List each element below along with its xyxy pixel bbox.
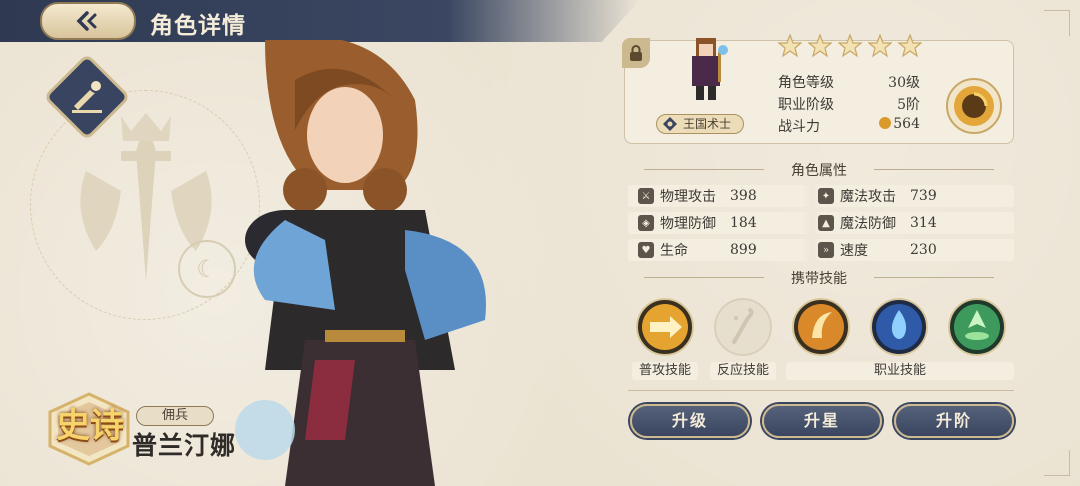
power-value: 564 (893, 116, 920, 132)
reaction-skill[interactable] (714, 298, 772, 356)
hat-icon: ▲ (818, 215, 834, 231)
frame-corner-bottom-right (1044, 450, 1070, 476)
stat-magic-defense: ▲ 魔法防御 314 (818, 212, 937, 234)
class-staff-icon (72, 79, 103, 113)
star-icon (778, 34, 802, 58)
star-rating (778, 34, 922, 58)
stat-physical-defense: ◈ 物理防御 184 (638, 212, 757, 234)
rank-value: 5阶 (897, 97, 920, 113)
power-icon (879, 117, 892, 129)
stat-label: 物理防御 (660, 216, 716, 232)
heart-icon: ♥ (638, 242, 654, 258)
normal-attack-skill[interactable] (636, 298, 694, 356)
star-up-button[interactable]: 升星 (762, 404, 882, 438)
rank-label: 职业阶级 (778, 97, 834, 113)
stat-label: 物理攻击 (660, 189, 716, 205)
stat-label: 生命 (660, 243, 688, 259)
stat-value: 398 (730, 188, 757, 204)
level-up-button[interactable]: 升级 (630, 404, 750, 438)
character-name: 普兰汀娜 (132, 431, 237, 460)
star-icon (898, 34, 922, 58)
class-skill-label: 职业技能 (786, 362, 1014, 380)
class-skill-3[interactable] (948, 298, 1006, 356)
rank-up-button[interactable]: 升阶 (894, 404, 1014, 438)
class-diamond-icon (663, 117, 677, 131)
stat-row: ♥ 生命 899 » 速度 230 (628, 239, 1014, 261)
skills-title: 携带技能 (624, 268, 1014, 288)
stat-row: ◈ 物理防御 184 ▲ 魔法防御 314 (628, 212, 1014, 234)
stat-physical-attack: ⚔ 物理攻击 398 (638, 185, 757, 207)
character-portrait (235, 40, 486, 486)
shield-icon: ◈ (638, 215, 654, 231)
stat-value: 314 (910, 215, 937, 231)
reaction-skill-label: 反应技能 (710, 362, 776, 380)
stat-value: 184 (730, 215, 757, 231)
boot-icon: » (818, 242, 834, 258)
normal-skill-label: 普攻技能 (632, 362, 698, 380)
stat-magic-attack: ✦ 魔法攻击 739 (818, 185, 937, 207)
stat-value: 899 (730, 242, 757, 258)
divider (628, 390, 1014, 391)
lock-icon (630, 45, 642, 61)
stat-label: 魔法防御 (840, 216, 896, 232)
power-label: 战斗力 (778, 119, 820, 135)
level-label: 角色等级 (778, 75, 834, 91)
stat-value: 739 (910, 188, 937, 204)
character-avatar (692, 38, 728, 100)
back-button[interactable] (40, 2, 136, 40)
class-emblem-icon[interactable] (946, 78, 1002, 134)
rarity-label: 史诗 (56, 406, 124, 446)
class-tag: 王国术士 (656, 114, 744, 134)
stat-hp: ♥ 生命 899 (638, 239, 757, 261)
class-tag-label: 王国术士 (683, 117, 732, 131)
level-value: 30级 (888, 75, 920, 91)
class-skill-2[interactable] (870, 298, 928, 356)
stat-label: 速度 (840, 243, 868, 259)
stat-speed: » 速度 230 (818, 239, 937, 261)
star-icon (838, 34, 862, 58)
power-value-wrap: 564 (860, 116, 920, 132)
class-skill-1[interactable] (792, 298, 850, 356)
page-title: 角色详情 (150, 12, 246, 39)
sword-icon: ⚔ (638, 188, 654, 204)
back-arrow-icon (76, 11, 97, 31)
stat-value: 230 (910, 242, 937, 258)
star-icon (808, 34, 832, 58)
frame-corner-top-right (1044, 10, 1070, 36)
star-icon (868, 34, 892, 58)
stat-row: ⚔ 物理攻击 398 ✦ 魔法攻击 739 (628, 185, 1014, 207)
role-tag: 佣兵 (136, 406, 214, 426)
stat-label: 魔法攻击 (840, 189, 896, 205)
lock-button[interactable] (622, 38, 650, 68)
wand-icon: ✦ (818, 188, 834, 204)
attributes-title: 角色属性 (624, 160, 1014, 180)
